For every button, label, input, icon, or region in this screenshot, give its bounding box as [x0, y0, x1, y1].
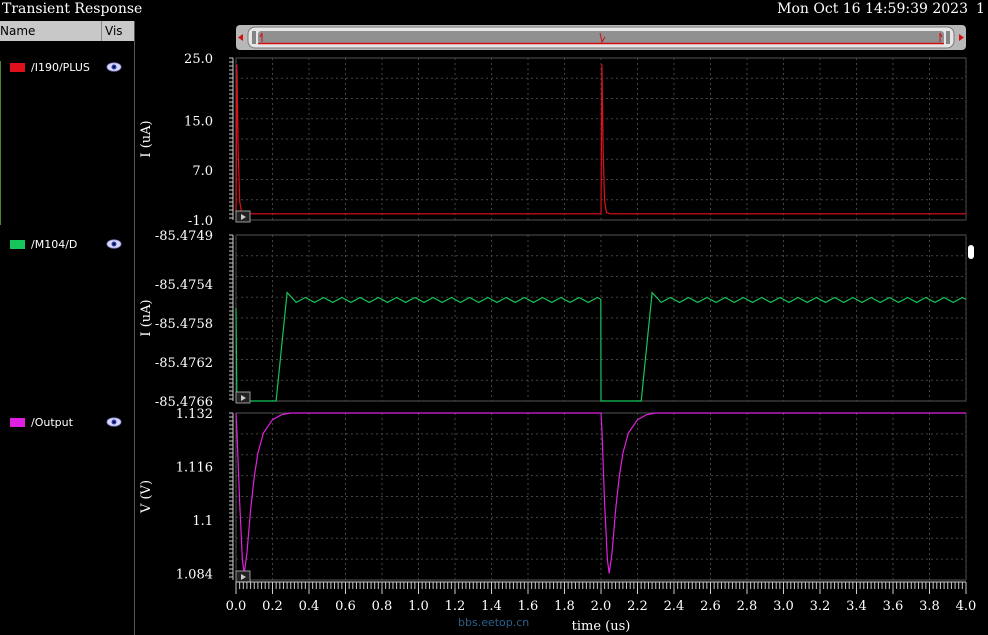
y-tick-label: -85.4754: [155, 278, 213, 293]
y-tick-label: 15.0: [184, 114, 213, 129]
y-tick-label: 1.116: [176, 460, 213, 475]
y-tick-label: 1.084: [176, 567, 213, 582]
x-tick-label: 1.6: [518, 599, 539, 614]
waveform-plot[interactable]: 25.0 15.0 7.0 -1.0 I (uA) -85.4749 -85.4754 -85…: [0, 0, 988, 635]
plot-panel-3[interactable]: 1.132 1.116 1.1 1.084 V (V): [139, 407, 967, 583]
x-tick-label: 3.0: [773, 599, 794, 614]
x-axis-label: time (us): [572, 619, 631, 634]
x-tick-label: 2.2: [627, 599, 648, 614]
y-axis-label: V (V): [139, 480, 154, 514]
x-tick-label: 0.0: [226, 599, 247, 614]
x-tick-label: 3.2: [810, 599, 831, 614]
y-tick-label: 25.0: [184, 52, 213, 67]
x-tick-label: 2.4: [664, 599, 685, 614]
x-tick-label: 1.0: [408, 599, 429, 614]
x-tick-label: 2.0: [591, 599, 612, 614]
x-tick-label: 2.8: [737, 599, 758, 614]
x-tick-label: 0.2: [262, 599, 283, 614]
y-axis-label: I (uA): [139, 120, 154, 157]
x-axis: 0.0 0.2 0.4 0.6 0.8 1.0 1.2 1.4 1.6 1.8 2.0 2.2 2.4 2…: [226, 581, 977, 614]
y-tick-label: -1.0: [188, 214, 213, 229]
x-tick-label: 1.4: [481, 599, 502, 614]
y-tick-label: -85.4762: [155, 356, 213, 371]
x-tick-label: 1.8: [554, 599, 575, 614]
plot-panel-2[interactable]: -85.4749-85.4754-85.4758-85.4762-85.4766…: [139, 229, 967, 410]
y-tick-label: 1.1: [192, 514, 213, 529]
y-axis-label: I (uA): [139, 299, 154, 336]
watermark: bbs.eetop.cn: [458, 616, 530, 629]
y-tick-label: -85.4749: [155, 229, 213, 244]
x-tick-label: 3.6: [883, 599, 904, 614]
x-tick-label: 3.8: [919, 599, 940, 614]
x-tick-label: 0.6: [335, 599, 356, 614]
x-tick-label: 1.2: [445, 599, 466, 614]
x-tick-label: 3.4: [846, 599, 867, 614]
plot-panel-1[interactable]: 25.0 15.0 7.0 -1.0 I (uA): [139, 52, 967, 229]
x-tick-label: 0.4: [299, 599, 320, 614]
y-tick-label: -85.4758: [155, 317, 213, 332]
y-tick-label: 1.132: [176, 407, 213, 422]
x-tick-label: 4.0: [956, 599, 977, 614]
x-tick-label: 2.6: [700, 599, 721, 614]
scroll-handle[interactable]: [968, 245, 974, 259]
x-tick-label: 0.8: [372, 599, 393, 614]
y-tick-label: 7.0: [192, 164, 213, 179]
